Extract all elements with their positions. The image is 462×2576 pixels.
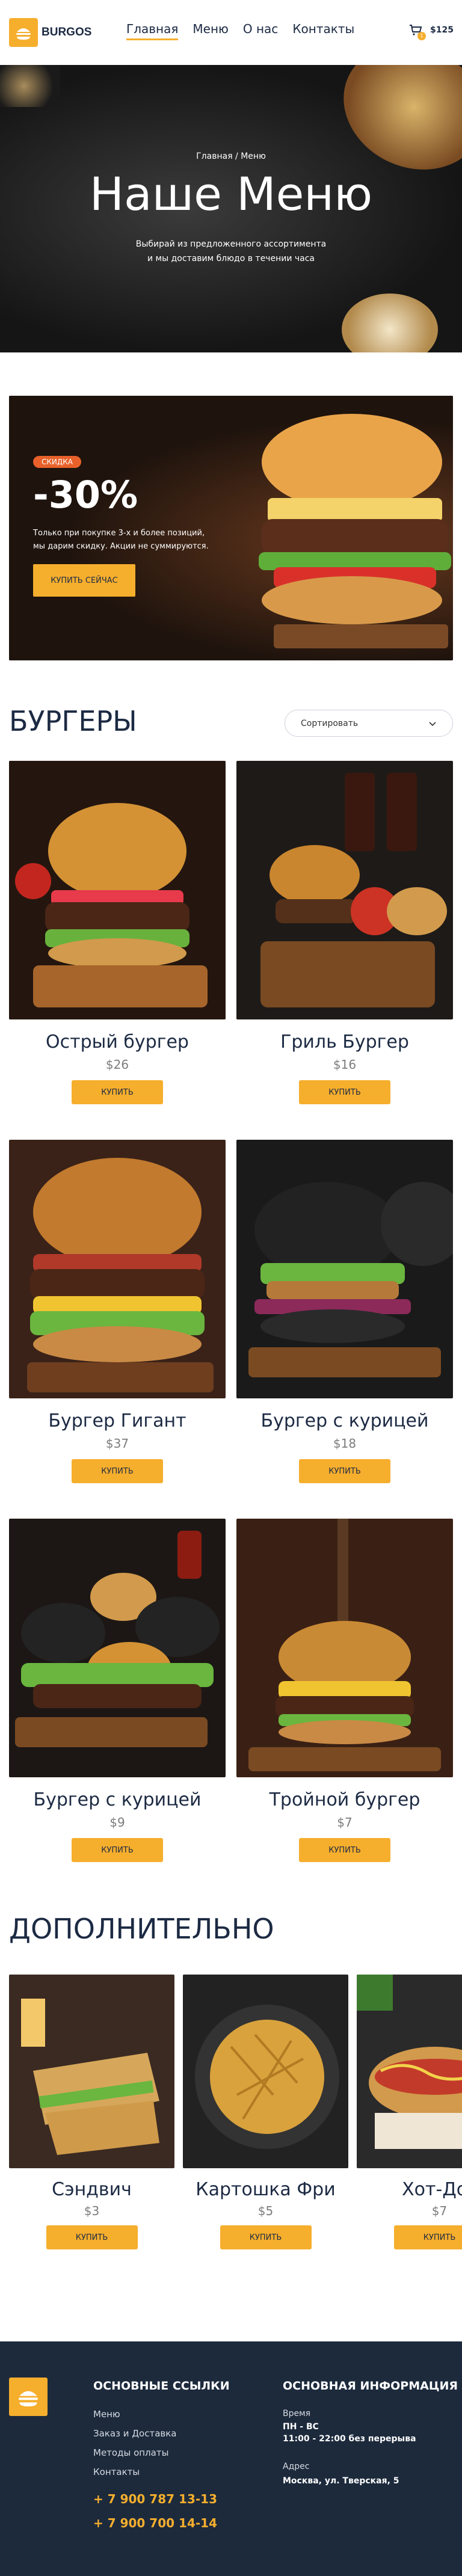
product-price: $18 (333, 1436, 357, 1451)
footer-link-contacts[interactable]: Контакты (93, 2467, 140, 2477)
sort-dropdown[interactable]: Сортировать (285, 710, 453, 737)
product-price: $9 (109, 1815, 125, 1830)
nav-about[interactable]: О нас (243, 22, 278, 40)
site-header: BURGOS Главная Меню О нас Контакты 1 $12… (0, 0, 462, 65)
buy-button[interactable]: КУПИТЬ (299, 1080, 390, 1104)
product-card: Бургер с курицей $9 КУПИТЬ (9, 1519, 226, 1862)
footer-link-menu[interactable]: Меню (93, 2409, 120, 2420)
breadcrumb: Главная / Меню (196, 152, 266, 161)
footer-link-payment[interactable]: Методы оплаты (93, 2447, 168, 2458)
nav-contacts[interactable]: Контакты (292, 22, 354, 40)
burger-image (236, 1140, 453, 1398)
buy-button[interactable]: КУПИТЬ (299, 1459, 390, 1483)
buy-button[interactable]: КУПИТЬ (72, 1459, 163, 1483)
burger-image (236, 761, 453, 1019)
buy-button[interactable]: КУПИТЬ (72, 1838, 163, 1862)
product-name: Картошка Фри (196, 2179, 336, 2200)
discount-badge: СКИДКА (33, 456, 81, 468)
product-name: Тройной бургер (269, 1789, 420, 1810)
hotdog-image (357, 1975, 462, 2168)
hero-decor-image (0, 65, 60, 107)
site-footer: ОСНОВНЫЕ ССЫЛКИ Меню Заказ и Доставка Ме… (0, 2341, 462, 2576)
product-price: $16 (333, 1057, 357, 1072)
brand-name: BURGOS (42, 26, 92, 38)
buy-button[interactable]: КУПИТЬ (299, 1838, 390, 1862)
carousel-overflow: Хот-Дог $7 КУПИТЬ (357, 1975, 462, 2335)
burger-logo-icon (9, 18, 38, 47)
sandwich-image (9, 1975, 174, 2168)
product-name: Хот-Дог (402, 2179, 462, 2200)
burger-image (9, 1519, 226, 1777)
promo-text-line: Только при покупке 3-х и более позиций, (33, 529, 205, 538)
promo-banner: СКИДКА -30% Только при покупке 3-х и бол… (9, 396, 453, 660)
burger-image (236, 1519, 453, 1777)
buy-now-button[interactable]: КУПИТЬ СЕЙЧАС (33, 564, 135, 597)
product-name: Бургер Гигант (48, 1410, 186, 1431)
product-price: $5 (257, 2204, 274, 2218)
buy-button[interactable]: КУПИТЬ (220, 2225, 312, 2249)
footer-link-delivery[interactable]: Заказ и Доставка (93, 2428, 177, 2439)
main-nav: Главная Меню О нас Контакты (126, 22, 354, 40)
cart-count-badge: 1 (417, 32, 426, 40)
hero-subtitle-line: Выбирай из предложенного ассортимента (135, 239, 327, 249)
buy-button[interactable]: КУПИТЬ (72, 1080, 163, 1104)
footer-time-days: ПН - ВС (283, 2422, 319, 2432)
product-name: Острый бургер (46, 1031, 189, 1053)
buy-button[interactable]: КУПИТЬ (393, 2225, 462, 2249)
product-card: Гриль Бургер $16 КУПИТЬ (236, 761, 453, 1104)
extras-section-title: ДОПОЛНИТЕЛЬНО (9, 1913, 274, 1945)
product-card: Хот-Дог $7 КУПИТЬ (357, 1975, 462, 2249)
product-card: Тройной бургер $7 КУПИТЬ (236, 1519, 453, 1862)
burger-image (9, 761, 226, 1019)
product-name: Гриль Бургер (280, 1031, 409, 1053)
product-card: Бургер с курицей $18 КУПИТЬ (236, 1140, 453, 1483)
footer-phone[interactable]: + 7 900 787 13-13 (93, 2492, 217, 2506)
product-price: $7 (337, 1815, 353, 1830)
footer-links-title: ОСНОВНЫЕ ССЫЛКИ (93, 2379, 230, 2393)
burger-image (9, 1140, 226, 1398)
footer-time-label: Время (283, 2409, 311, 2418)
cart-total: $125 (430, 25, 454, 35)
product-card: Острый бургер $26 КУПИТЬ (9, 761, 226, 1104)
product-name: Бургер с курицей (33, 1789, 202, 1810)
sort-label: Сортировать (301, 718, 359, 728)
hero-subtitle: Выбирай из предложенного ассортимента и … (0, 237, 462, 266)
hero-subtitle-line: и мы доставим блюдо в течении часа (147, 254, 315, 263)
product-price: $7 (431, 2204, 448, 2218)
product-name: Бургер с курицей (260, 1410, 429, 1431)
cart-button[interactable]: 1 $125 (408, 23, 454, 40)
fries-image (183, 1975, 348, 2168)
footer-phone[interactable]: + 7 900 700 14-14 (93, 2516, 217, 2530)
product-card: Картошка Фри $5 КУПИТЬ (183, 1975, 348, 2249)
product-name: Сэндвич (52, 2179, 132, 2200)
footer-address-label: Адрес (283, 2462, 310, 2471)
product-card: Сэндвич $3 КУПИТЬ (9, 1975, 174, 2249)
nav-menu[interactable]: Меню (192, 22, 228, 40)
burger-image (259, 414, 451, 648)
page-title: Наше Меню (89, 167, 373, 221)
product-price: $26 (105, 1057, 129, 1072)
burgers-section-title: БУРГЕРЫ (9, 705, 137, 737)
buy-button[interactable]: КУПИТЬ (46, 2225, 138, 2249)
chevron-down-icon (429, 721, 436, 726)
product-price: $37 (105, 1436, 129, 1451)
footer-time-hours: 11:00 - 22:00 без перерыва (283, 2434, 416, 2444)
product-card: Бургер Гигант $37 КУПИТЬ (9, 1140, 226, 1483)
hero-banner: Главная / Меню Наше Меню Выбирай из пред… (0, 65, 462, 352)
nav-home[interactable]: Главная (126, 22, 179, 40)
promo-text-line: мы дарим скидку. Акции не суммируются. (33, 542, 209, 551)
footer-info-title: ОСНОВНАЯ ИНФОРМАЦИЯ (283, 2379, 458, 2393)
discount-value: -30% (33, 473, 138, 517)
product-price: $3 (84, 2204, 100, 2218)
burger-logo-icon[interactable] (9, 2378, 48, 2416)
brand-logo[interactable]: BURGOS (9, 18, 91, 47)
footer-address-value: Москва, ул. Тверская, 5 (283, 2476, 399, 2486)
hero-decor-image (342, 294, 438, 352)
promo-description: Только при покупке 3-х и более позиций, … (33, 527, 232, 553)
